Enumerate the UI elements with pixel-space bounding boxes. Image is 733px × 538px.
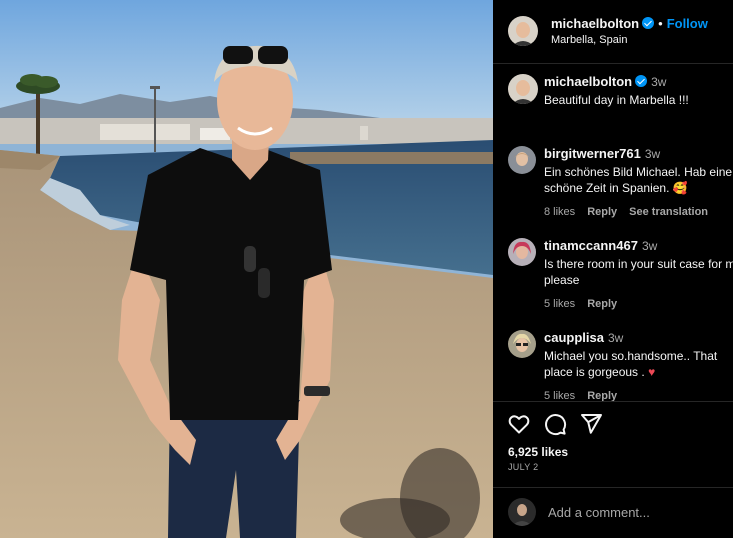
caption-text: Beautiful day in Marbella !!!: [544, 93, 689, 107]
comment-meta: 5 likes Reply: [544, 296, 733, 312]
commenter-avatar[interactable]: [508, 330, 536, 358]
comment-time: 3w: [644, 147, 661, 161]
comment-username[interactable]: tinamccann467: [544, 238, 638, 253]
commenter-avatar[interactable]: [508, 238, 536, 266]
likes-count[interactable]: 6,925 likes: [508, 445, 568, 459]
comment-time: 3w: [607, 331, 624, 345]
author-avatar[interactable]: [508, 16, 538, 46]
add-comment-bar: Add a comment...: [493, 495, 733, 529]
commenter-avatar-image: [508, 146, 536, 174]
see-translation-button[interactable]: See translation: [629, 206, 708, 218]
viewer-avatar-image: [508, 498, 536, 526]
comment-icon[interactable]: [543, 412, 567, 436]
verified-badge-icon: [642, 17, 655, 29]
post-location[interactable]: Marbella, Spain: [551, 34, 627, 46]
post-sidebar: michaelbolton • Follow Marbella, Spain mic…: [493, 0, 733, 538]
caption-avatar-image: [508, 74, 538, 104]
viewer-avatar: [508, 498, 536, 526]
reply-button[interactable]: Reply: [587, 298, 617, 310]
red-heart-icon: ♥: [648, 365, 656, 379]
commenter-avatar-image: [508, 330, 536, 358]
comment-username[interactable]: caupplisa: [544, 330, 604, 345]
caption-username[interactable]: michaelbolton: [544, 74, 632, 89]
reply-button[interactable]: Reply: [587, 206, 617, 218]
post-header: michaelbolton • Follow Marbella, Spain: [493, 0, 733, 64]
author-username[interactable]: michaelbolton: [551, 16, 639, 31]
separator-dot: •: [658, 16, 663, 31]
verified-badge-icon: [635, 75, 648, 87]
heart-icon[interactable]: [507, 412, 531, 436]
commenter-avatar-image: [508, 238, 536, 266]
share-icon[interactable]: [579, 412, 603, 436]
add-comment-input[interactable]: Add a comment...: [548, 505, 650, 520]
post-photo[interactable]: [0, 0, 493, 538]
comment-likes[interactable]: 8 likes: [544, 206, 575, 218]
caption-avatar[interactable]: [508, 74, 538, 104]
comment-input-divider: [493, 487, 733, 488]
follow-button[interactable]: Follow: [667, 16, 708, 31]
actions-divider: [493, 401, 733, 402]
comment-text: Is there room in your suit case for me p…: [544, 257, 733, 287]
comment-username[interactable]: birgitwerner761: [544, 146, 641, 161]
beach-photo-image: [0, 0, 493, 538]
caption-time: 3w: [651, 75, 667, 89]
author-avatar-image: [508, 16, 538, 46]
comment-text: Michael you so.handsome.. That place is …: [544, 349, 718, 379]
header-line: michaelbolton • Follow: [551, 16, 708, 31]
post-date: JULY 2: [508, 462, 539, 472]
comment-likes[interactable]: 5 likes: [544, 298, 575, 310]
commenter-avatar[interactable]: [508, 146, 536, 174]
comment-text: Ein schönes Bild Michael. Hab eine schön…: [544, 165, 733, 195]
comment-meta: 8 likes Reply See translation: [544, 204, 733, 220]
comment-time: 3w: [641, 239, 658, 253]
comment-text-wrap: Michael you so.handsome.. That place is …: [544, 348, 733, 380]
